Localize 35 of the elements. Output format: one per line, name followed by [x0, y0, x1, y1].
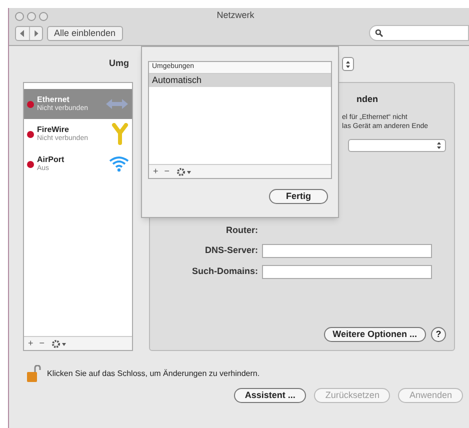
- search-field[interactable]: [369, 25, 469, 41]
- stepper-arrows-icon: [345, 60, 351, 68]
- done-button[interactable]: Fertig: [268, 189, 328, 204]
- configure-popup[interactable]: [348, 138, 446, 152]
- gear-menu-icon[interactable]: [50, 338, 67, 348]
- show-all-button[interactable]: Alle einblenden: [47, 26, 123, 40]
- status-title: nden: [356, 93, 378, 106]
- location-action-button[interactable]: −: [164, 164, 170, 178]
- service-name: Ethernet: [37, 94, 70, 104]
- lock-hint: Klicken Sie auf das Schloss, um Änderungen zu verhindern.: [47, 368, 260, 380]
- input-field[interactable]: [262, 265, 432, 279]
- location-row[interactable]: Automatisch: [149, 74, 331, 87]
- input-field[interactable]: [262, 244, 432, 258]
- more-options-button[interactable]: Weitere Optionen ...: [324, 327, 426, 342]
- location-popup[interactable]: [342, 57, 354, 71]
- service-name: FireWire: [37, 124, 70, 134]
- padlock-icon[interactable]: [27, 365, 41, 382]
- y-symbol-icon: [111, 123, 129, 145]
- search-icon: [375, 29, 383, 37]
- window-title: Netzwerk: [216, 9, 256, 22]
- gear-menu-icon[interactable]: [176, 166, 192, 176]
- location-label: Umg: [109, 57, 129, 70]
- wifi-icon: [109, 156, 129, 172]
- action-button[interactable]: Assistent ...: [234, 388, 306, 403]
- help-button[interactable]: ?: [431, 327, 446, 342]
- list-action-button[interactable]: +: [28, 336, 34, 350]
- field-label: Such-Domains:: [190, 265, 258, 278]
- field-label: DNS-Server:: [204, 244, 258, 258]
- back-forward-buttons[interactable]: [15, 26, 43, 40]
- field-label: Router:: [225, 224, 258, 236]
- stepper-arrows-icon: [436, 140, 442, 150]
- service-name: AirPort: [37, 154, 66, 165]
- location-action-button[interactable]: +: [153, 164, 158, 178]
- double-arrow-icon: [105, 97, 129, 111]
- list-action-button[interactable]: −: [39, 336, 45, 350]
